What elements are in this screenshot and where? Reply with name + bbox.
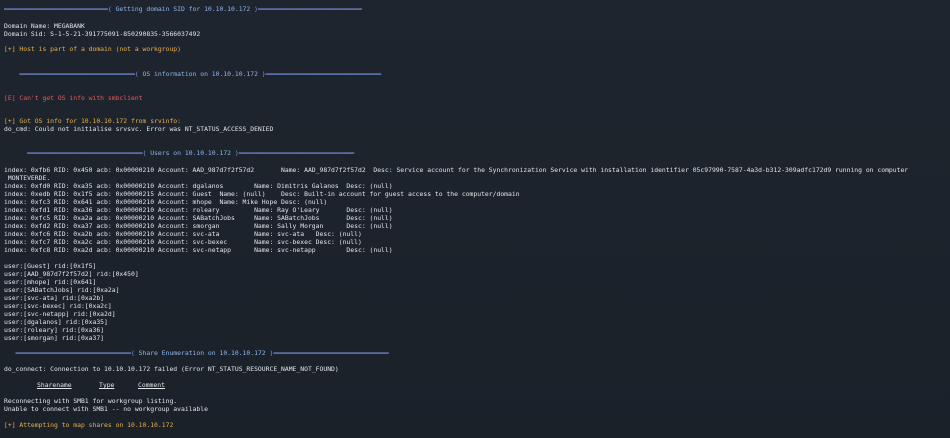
- section-title-os-info: OS information on 10.10.10.172: [142, 70, 258, 78]
- col-comment-label: Comment: [138, 381, 165, 389]
- user-index-line: index: 0xfd1 RID: 0xa36 acb: 0x00000210 …: [4, 206, 393, 214]
- col-type: Type: [99, 381, 114, 389]
- terminal-window[interactable]: ═══════════════════════════( Getting dom…: [0, 0, 950, 438]
- connect-failed-line: do_connect: Connection to 10.10.10.172 f…: [4, 365, 339, 373]
- srvsvc-error-line: do_cmd: Could not initialise srvsvc. Err…: [4, 125, 274, 133]
- user-index-line: index: 0xedb RID: 0x1f5 acb: 0x00000215 …: [4, 190, 520, 198]
- section-title-domain-sid: Getting domain SID for 10.10.10.172: [115, 5, 251, 13]
- user-index-line: index: 0xfc5 RID: 0xa2a acb: 0x00000210 …: [4, 214, 393, 222]
- attempt-map-shares-line: [+] Attempting to map shares on 10.10.10…: [4, 421, 174, 429]
- user-rid-line: user:[svc-netapp] rid:[0xa2d]: [4, 310, 116, 318]
- section-title-shares: Share Enumeration on 10.10.10.172: [138, 349, 266, 357]
- user-index-line: index: 0xfc7 RID: 0xa2c acb: 0x00000210 …: [4, 238, 362, 246]
- user-rid-line: user:[AAD_987d7f2f57d2] rid:[0x450]: [4, 270, 139, 278]
- domain-name-line: Domain Name: MEGABANK: [4, 22, 85, 30]
- section-header-shares: ══════════════════════════════( Share En…: [4, 349, 389, 357]
- user-rid-line: user:[svc-ata] rid:[0xa2b]: [4, 294, 105, 302]
- user-rid-line: user:[smorgan] rid:[0xa37]: [4, 334, 105, 342]
- col-sharename-label: Sharename: [37, 381, 72, 389]
- section-header-domain-sid: ═══════════════════════════( Getting dom…: [4, 5, 362, 13]
- srvinfo-line: [+] Got OS info for 10.10.10.172 from sr…: [4, 117, 181, 125]
- user-index-line: index: 0xfd2 RID: 0xa37 acb: 0x00000210 …: [4, 222, 393, 230]
- user-rid-line: user:[roleary] rid:[0xa36]: [4, 326, 105, 334]
- user-index-line: index: 0xfc6 RID: 0xa2b acb: 0x00000210 …: [4, 230, 362, 238]
- user-rid-line: user:[SABatchJobs] rid:[0xa2a]: [4, 286, 120, 294]
- col-sharename: Sharename: [37, 381, 72, 389]
- section-title-users: Users on 10.10.10.172: [150, 149, 232, 157]
- user-index-line: index: 0xfc3 RID: 0x641 acb: 0x00000210 …: [4, 198, 328, 206]
- user-index-line: index: 0xfd0 RID: 0xa35 acb: 0x00000210 …: [4, 182, 393, 190]
- section-header-users: ══════════════════════════════( Users on…: [4, 149, 355, 157]
- domain-sid-line: Domain Sid: S-1-5-21-391775091-850290835…: [4, 30, 201, 38]
- user-index-line: index: 0xfc8 RID: 0xa2d acb: 0x00000210 …: [4, 246, 393, 254]
- user-rid-line: user:[svc-bexec] rid:[0xa2c]: [4, 302, 112, 310]
- reconnect-line: Reconnecting with SMB1 for workgroup lis…: [4, 397, 178, 405]
- section-header-os-info: ══════════════════════════════( OS infor…: [4, 70, 382, 78]
- host-domain-line: [+] Host is part of a domain (not a work…: [4, 45, 181, 53]
- user-rid-line: user:[Guest] rid:[0x1f5]: [4, 262, 97, 270]
- unable-connect-line: Unable to connect with SMB1 -- no workgr…: [4, 405, 208, 413]
- col-type-label: Type: [99, 381, 115, 389]
- user-rid-line: user:[dgalanos] rid:[0xa35]: [4, 318, 108, 326]
- user-rid-line: user:[mhope] rid:[0x641]: [4, 278, 97, 286]
- col-comment: Comment: [138, 381, 165, 389]
- user-index-line: index: 0xfb6 RID: 0x450 acb: 0x00000210 …: [4, 166, 909, 174]
- user-index-line: MONTEVERDE.: [4, 174, 51, 182]
- os-error-line: [E] Can't get OS info with smbclient: [4, 94, 143, 102]
